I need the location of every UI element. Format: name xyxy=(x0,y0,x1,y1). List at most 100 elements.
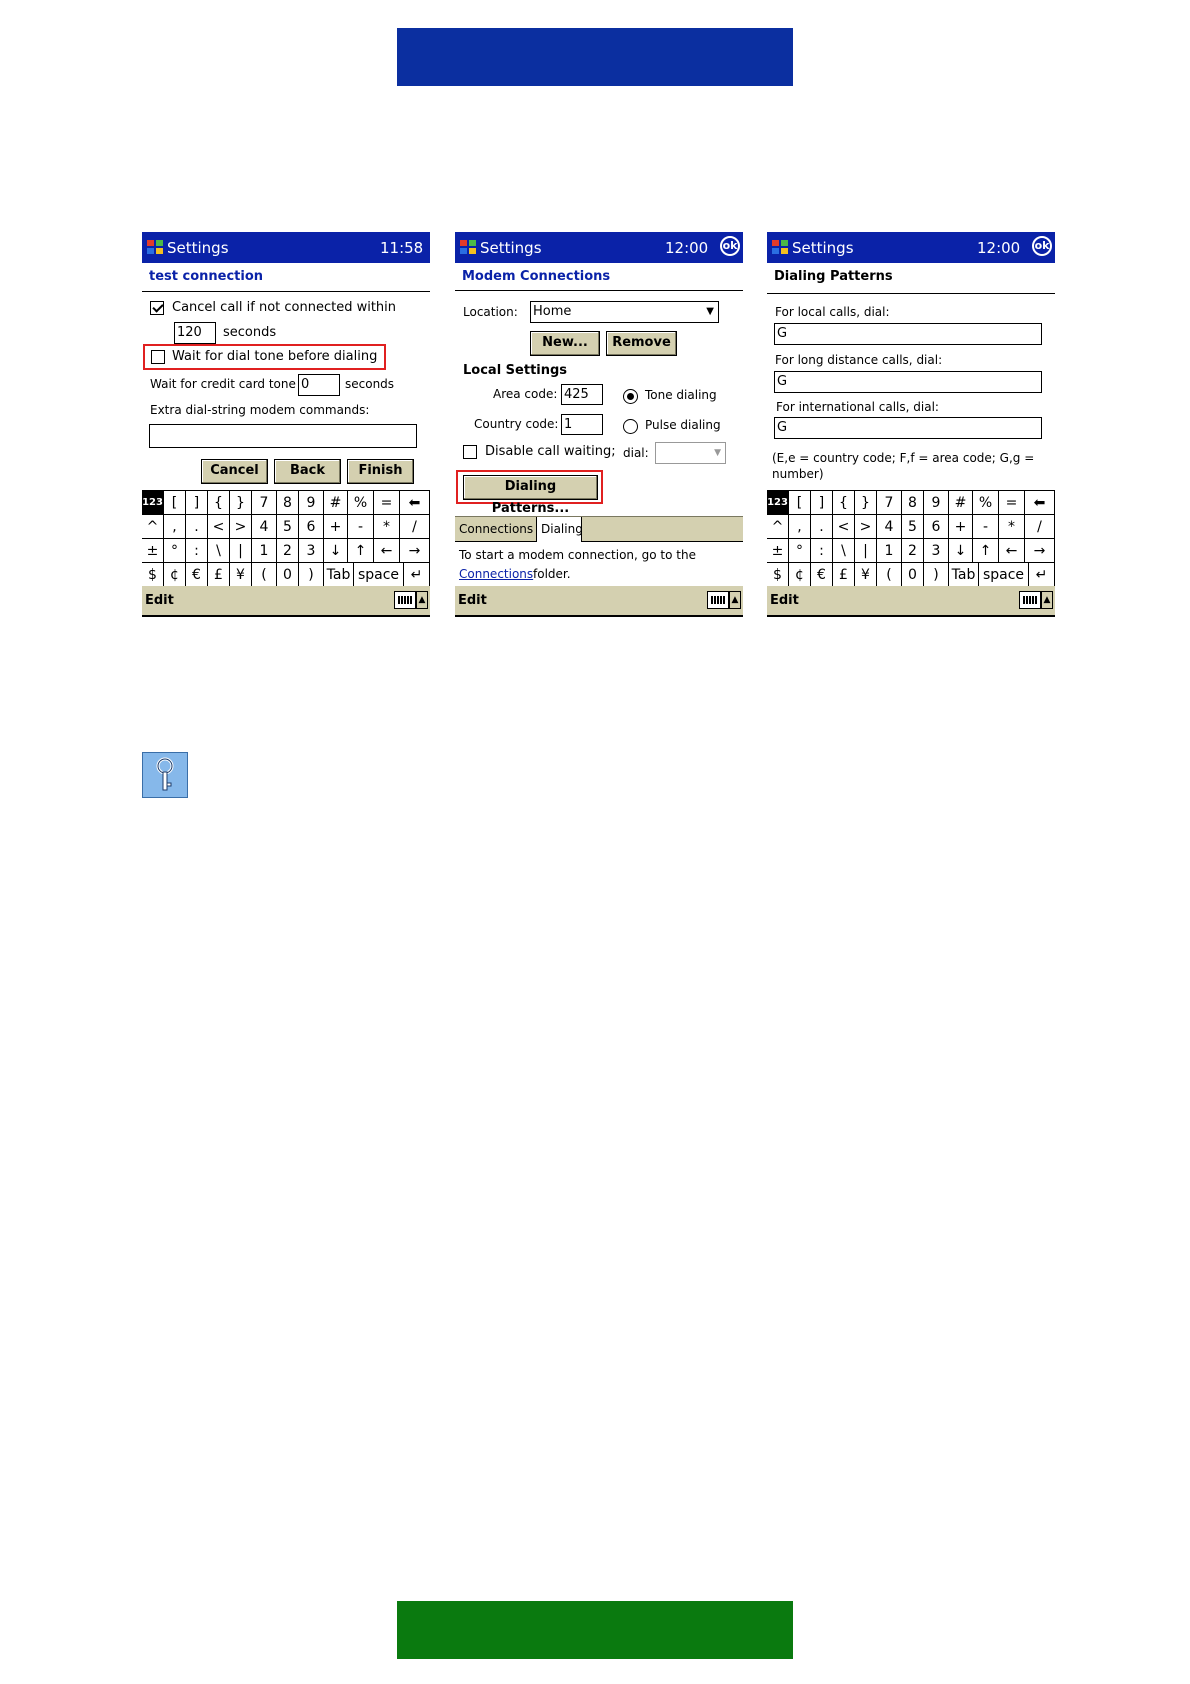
credit-card-field[interactable]: 0 xyxy=(298,374,340,396)
key-0-0[interactable]: 123 xyxy=(142,491,164,515)
keyboard-icon[interactable] xyxy=(394,591,416,609)
key-0-2[interactable]: ] xyxy=(186,491,208,515)
key-1-3[interactable]: < xyxy=(208,515,230,539)
local-calls-field[interactable]: G xyxy=(774,323,1042,345)
input-arrow-icon[interactable]: ▲ xyxy=(416,591,428,609)
clock[interactable]: 12:00 xyxy=(977,239,1020,257)
key-0-5[interactable]: 7 xyxy=(877,491,902,515)
key-0-3[interactable]: { xyxy=(208,491,230,515)
key-0-4[interactable]: } xyxy=(855,491,877,515)
connections-link[interactable]: Connections xyxy=(459,567,533,581)
extra-commands-field[interactable] xyxy=(149,424,417,448)
key-2-3[interactable]: \ xyxy=(208,539,230,563)
key-0-6[interactable]: 8 xyxy=(277,491,299,515)
key-1-1[interactable]: , xyxy=(789,515,811,539)
key-3-5[interactable]: ( xyxy=(252,563,277,587)
country-code-field[interactable]: 1 xyxy=(561,414,603,435)
long-distance-field[interactable]: G xyxy=(774,371,1042,393)
key-3-1[interactable]: ¢ xyxy=(789,563,811,587)
windows-flag-icon[interactable] xyxy=(146,238,164,256)
key-3-10[interactable]: ↵ xyxy=(1029,563,1055,587)
key-0-3[interactable]: { xyxy=(833,491,855,515)
key-3-9[interactable]: space xyxy=(979,563,1029,587)
key-1-0[interactable]: ^ xyxy=(767,515,789,539)
key-3-2[interactable]: € xyxy=(811,563,833,587)
clock[interactable]: 11:58 xyxy=(380,239,423,257)
international-field[interactable]: G xyxy=(774,417,1042,439)
cancel-button[interactable]: Cancel xyxy=(201,459,268,484)
key-1-8[interactable]: + xyxy=(949,515,973,539)
key-3-0[interactable]: $ xyxy=(767,563,789,587)
key-3-2[interactable]: € xyxy=(186,563,208,587)
key-1-10[interactable]: * xyxy=(999,515,1025,539)
key-2-1[interactable]: ° xyxy=(789,539,811,563)
dial-dropdown[interactable]: ▼ xyxy=(655,442,726,464)
input-arrow-icon[interactable]: ▲ xyxy=(1041,591,1053,609)
key-0-10[interactable]: = xyxy=(999,491,1025,515)
timeout-field[interactable]: 120 xyxy=(174,322,216,344)
disable-call-waiting-checkbox[interactable] xyxy=(463,445,477,459)
key-2-6[interactable]: 2 xyxy=(902,539,924,563)
windows-flag-icon[interactable] xyxy=(459,238,477,256)
keyboard-icon[interactable] xyxy=(1019,591,1041,609)
tab-dialing[interactable]: Dialing xyxy=(537,517,583,542)
key-3-9[interactable]: space xyxy=(354,563,404,587)
pulse-dialing-radio[interactable] xyxy=(623,419,638,434)
key-1-0[interactable]: ^ xyxy=(142,515,164,539)
key-1-4[interactable]: > xyxy=(855,515,877,539)
key-0-5[interactable]: 7 xyxy=(252,491,277,515)
key-0-9[interactable]: % xyxy=(973,491,999,515)
key-1-11[interactable]: / xyxy=(400,515,430,539)
edit-menu[interactable]: Edit xyxy=(145,593,174,608)
key-2-2[interactable]: : xyxy=(186,539,208,563)
key-1-6[interactable]: 5 xyxy=(277,515,299,539)
key-1-1[interactable]: , xyxy=(164,515,186,539)
ok-button[interactable]: ok xyxy=(1032,236,1052,256)
key-1-9[interactable]: - xyxy=(348,515,374,539)
keyboard-icon[interactable] xyxy=(707,591,729,609)
key-1-8[interactable]: + xyxy=(324,515,348,539)
key-3-6[interactable]: 0 xyxy=(277,563,299,587)
key-2-8[interactable]: ↓ xyxy=(324,539,348,563)
key-1-6[interactable]: 5 xyxy=(902,515,924,539)
key-0-4[interactable]: } xyxy=(230,491,252,515)
key-3-4[interactable]: ¥ xyxy=(855,563,877,587)
tab-connections[interactable]: Connections xyxy=(455,517,537,542)
key-0-0[interactable]: 123 xyxy=(767,491,789,515)
key-2-4[interactable]: | xyxy=(855,539,877,563)
new-button[interactable]: New... xyxy=(530,331,600,356)
input-arrow-icon[interactable]: ▲ xyxy=(729,591,741,609)
key-3-5[interactable]: ( xyxy=(877,563,902,587)
key-0-8[interactable]: # xyxy=(324,491,348,515)
key-2-11[interactable]: → xyxy=(1025,539,1055,563)
key-1-2[interactable]: . xyxy=(811,515,833,539)
key-2-9[interactable]: ↑ xyxy=(973,539,999,563)
cancel-call-checkbox[interactable] xyxy=(150,301,164,315)
edit-menu[interactable]: Edit xyxy=(458,593,487,608)
key-2-0[interactable]: ± xyxy=(142,539,164,563)
key-0-1[interactable]: [ xyxy=(164,491,186,515)
key-3-0[interactable]: $ xyxy=(142,563,164,587)
key-1-9[interactable]: - xyxy=(973,515,999,539)
key-3-6[interactable]: 0 xyxy=(902,563,924,587)
key-0-10[interactable]: = xyxy=(374,491,400,515)
key-3-3[interactable]: £ xyxy=(833,563,855,587)
key-1-5[interactable]: 4 xyxy=(877,515,902,539)
key-0-7[interactable]: 9 xyxy=(299,491,324,515)
key-3-10[interactable]: ↵ xyxy=(404,563,430,587)
key-2-9[interactable]: ↑ xyxy=(348,539,374,563)
key-3-7[interactable]: ) xyxy=(924,563,949,587)
wait-dial-tone-checkbox[interactable] xyxy=(151,350,165,364)
finish-button[interactable]: Finish xyxy=(347,459,414,484)
key-2-7[interactable]: 3 xyxy=(299,539,324,563)
ok-button[interactable]: ok xyxy=(720,236,740,256)
key-1-7[interactable]: 6 xyxy=(924,515,949,539)
key-3-8[interactable]: Tab xyxy=(324,563,354,587)
key-1-11[interactable]: / xyxy=(1025,515,1055,539)
key-2-6[interactable]: 2 xyxy=(277,539,299,563)
key-2-10[interactable]: ← xyxy=(999,539,1025,563)
key-1-4[interactable]: > xyxy=(230,515,252,539)
key-0-1[interactable]: [ xyxy=(789,491,811,515)
key-0-11[interactable]: ⬅ xyxy=(400,491,430,515)
key-0-11[interactable]: ⬅ xyxy=(1025,491,1055,515)
